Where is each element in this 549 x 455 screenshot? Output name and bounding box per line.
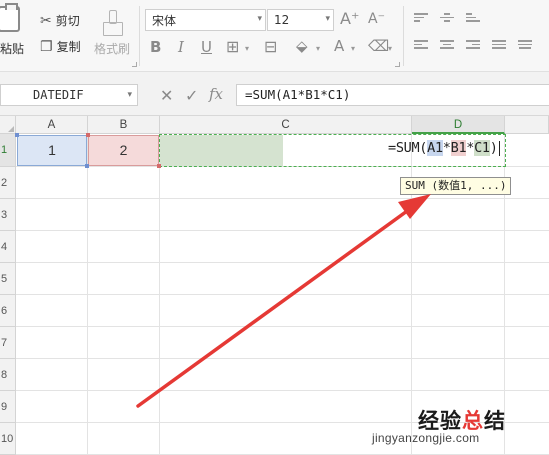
arrow-shaft (136, 204, 416, 408)
annotation-arrow-icon (136, 194, 431, 408)
watermark-text-3: 结 (484, 409, 506, 433)
watermark-url: jingyanzongjie.com (372, 431, 480, 445)
watermark-text-1: 经验 (418, 409, 462, 433)
watermark-text-2: 总 (462, 409, 484, 433)
